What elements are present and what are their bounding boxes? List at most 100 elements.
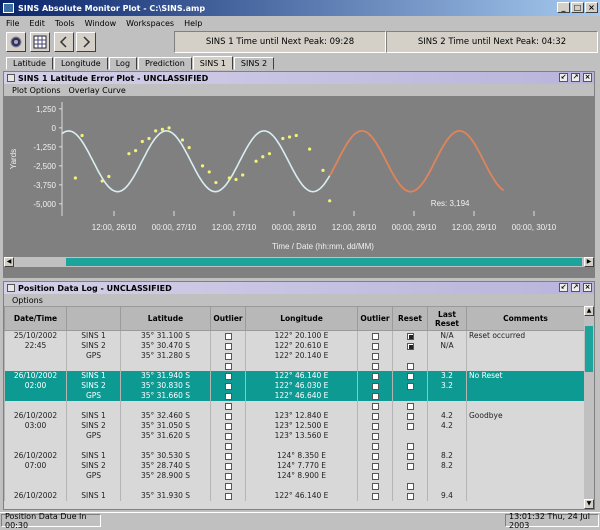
lat-outlier-checkbox[interactable] [224, 362, 232, 370]
tab-sins2[interactable]: SINS 2 [233, 57, 275, 70]
panel-close-button[interactable]: × [583, 73, 592, 82]
network-icon-button[interactable] [6, 32, 26, 52]
table-row[interactable]: 22:45 SINS 2 35° 30.470 S 122° 20.610 E N/A [4, 340, 585, 351]
panel-close-button[interactable]: × [583, 283, 592, 292]
lon-outlier-checkbox[interactable] [371, 462, 379, 470]
lon-outlier-checkbox[interactable] [371, 432, 379, 440]
back-button[interactable] [54, 32, 74, 52]
reset-checkbox[interactable] [406, 362, 414, 370]
lon-outlier-checkbox[interactable] [371, 342, 379, 350]
col-datetime[interactable]: Date/Time [4, 306, 67, 331]
lat-outlier-checkbox[interactable] [224, 342, 232, 350]
menu-window[interactable]: Window [85, 19, 117, 28]
col-lon-outlier[interactable]: Outlier [357, 306, 393, 331]
menu-file[interactable]: File [6, 19, 19, 28]
lon-outlier-checkbox[interactable] [371, 382, 379, 390]
col-reset[interactable]: Reset [392, 306, 428, 331]
scroll-left-arrow[interactable]: ◀ [4, 257, 14, 267]
lon-outlier-checkbox[interactable] [371, 372, 379, 380]
table-row[interactable] [4, 360, 585, 371]
reset-checkbox[interactable] [406, 372, 414, 380]
table-row[interactable]: 26/10/2002 SINS 1 35° 30.530 S 124° 8.350 E… [4, 450, 585, 461]
lat-outlier-checkbox[interactable] [224, 372, 232, 380]
lat-outlier-checkbox[interactable] [224, 472, 232, 480]
lon-outlier-checkbox[interactable] [371, 492, 379, 500]
options-menu[interactable]: Options [12, 296, 43, 305]
col-longitude[interactable]: Longitude [245, 306, 358, 331]
table-row[interactable] [4, 480, 585, 491]
col-latitude[interactable]: Latitude [120, 306, 211, 331]
lon-outlier-checkbox[interactable] [371, 472, 379, 480]
reset-checkbox[interactable] [406, 442, 414, 450]
table-row[interactable] [4, 440, 585, 451]
tab-log[interactable]: Log [108, 57, 138, 70]
lat-outlier-checkbox[interactable] [224, 482, 232, 490]
scrollbar-thumb[interactable] [585, 326, 593, 372]
reset-checkbox[interactable] [406, 422, 414, 430]
lat-outlier-checkbox[interactable] [224, 382, 232, 390]
reset-checkbox[interactable] [406, 452, 414, 460]
forward-button[interactable] [76, 32, 96, 52]
table-row[interactable]: GPS 35° 31.280 S 122° 20.140 E [4, 350, 585, 361]
table-row[interactable]: GPS 35° 31.620 S 123° 13.560 E [4, 430, 585, 441]
lat-outlier-checkbox[interactable] [224, 492, 232, 500]
overlay-curve-menu[interactable]: Overlay Curve [69, 86, 126, 95]
table-row[interactable] [4, 400, 585, 411]
menu-workspaces[interactable]: Workspaces [126, 19, 174, 28]
panel-maximize-button[interactable]: ↗ [571, 73, 580, 82]
reset-checkbox[interactable] [406, 332, 414, 340]
scroll-up-arrow[interactable]: ▲ [584, 306, 594, 316]
close-button[interactable]: × [585, 2, 598, 13]
log-grid-icon-button[interactable] [30, 32, 50, 52]
reset-checkbox[interactable] [406, 402, 414, 410]
lon-outlier-checkbox[interactable] [371, 442, 379, 450]
lon-outlier-checkbox[interactable] [371, 362, 379, 370]
reset-checkbox[interactable] [406, 482, 414, 490]
table-row[interactable]: 26/10/2002 SINS 1 35° 31.940 S 122° 46.140 … [4, 370, 585, 381]
maximize-button[interactable]: □ [571, 2, 584, 13]
table-row[interactable]: GPS 35° 31.660 S 122° 46.640 E [4, 390, 585, 401]
lat-outlier-checkbox[interactable] [224, 352, 232, 360]
lon-outlier-checkbox[interactable] [371, 422, 379, 430]
tab-latitude[interactable]: Latitude [6, 57, 53, 70]
table-row[interactable]: 26/10/2002 SINS 1 35° 32.460 S 123° 12.840 … [4, 410, 585, 421]
reset-checkbox[interactable] [406, 412, 414, 420]
table-row[interactable]: 26/10/2002 SINS 1 35° 31.930 S 122° 46.140 … [4, 490, 585, 501]
lat-outlier-checkbox[interactable] [224, 432, 232, 440]
lat-outlier-checkbox[interactable] [224, 462, 232, 470]
lat-outlier-checkbox[interactable] [224, 452, 232, 460]
tab-sins1[interactable]: SINS 1 [192, 56, 233, 70]
col-comments[interactable]: Comments [466, 306, 585, 331]
col-last-reset[interactable]: Last Reset [427, 306, 467, 331]
table-row[interactable]: 03:00 SINS 2 35° 31.050 S 123° 12.500 E 4.2 [4, 420, 585, 431]
tab-longitude[interactable]: Longitude [53, 57, 108, 70]
minimize-button[interactable]: _ [557, 2, 570, 13]
lat-outlier-checkbox[interactable] [224, 412, 232, 420]
table-row[interactable]: 02:00 SINS 2 35° 30.830 S 122° 46.030 E 3.2 [4, 380, 585, 391]
lat-outlier-checkbox[interactable] [224, 332, 232, 340]
scroll-down-arrow[interactable]: ▼ [584, 499, 594, 509]
lat-outlier-checkbox[interactable] [224, 392, 232, 400]
panel-maximize-button[interactable]: ↗ [571, 283, 580, 292]
tab-prediction[interactable]: Prediction [138, 57, 192, 70]
lon-outlier-checkbox[interactable] [371, 352, 379, 360]
lon-outlier-checkbox[interactable] [371, 452, 379, 460]
lon-outlier-checkbox[interactable] [371, 332, 379, 340]
panel-minimize-button[interactable]: ↙ [559, 73, 568, 82]
col-source[interactable] [66, 306, 121, 331]
lon-outlier-checkbox[interactable] [371, 402, 379, 410]
scroll-right-arrow[interactable]: ▶ [584, 257, 594, 267]
lon-outlier-checkbox[interactable] [371, 392, 379, 400]
menu-edit[interactable]: Edit [29, 19, 45, 28]
plot-options-menu[interactable]: Plot Options [12, 86, 61, 95]
lat-outlier-checkbox[interactable] [224, 402, 232, 410]
lat-outlier-checkbox[interactable] [224, 442, 232, 450]
log-vertical-scrollbar[interactable]: ▲ ▼ [584, 306, 594, 509]
reset-checkbox[interactable] [406, 492, 414, 500]
lat-outlier-checkbox[interactable] [224, 422, 232, 430]
reset-checkbox[interactable] [406, 382, 414, 390]
table-row[interactable]: GPS 35° 28.900 S 124° 8.900 E [4, 470, 585, 481]
menu-help[interactable]: Help [184, 19, 202, 28]
reset-checkbox[interactable] [406, 342, 414, 350]
table-row[interactable]: 25/10/2002 SINS 1 35° 31.100 S 122° 20.100 … [4, 330, 585, 341]
